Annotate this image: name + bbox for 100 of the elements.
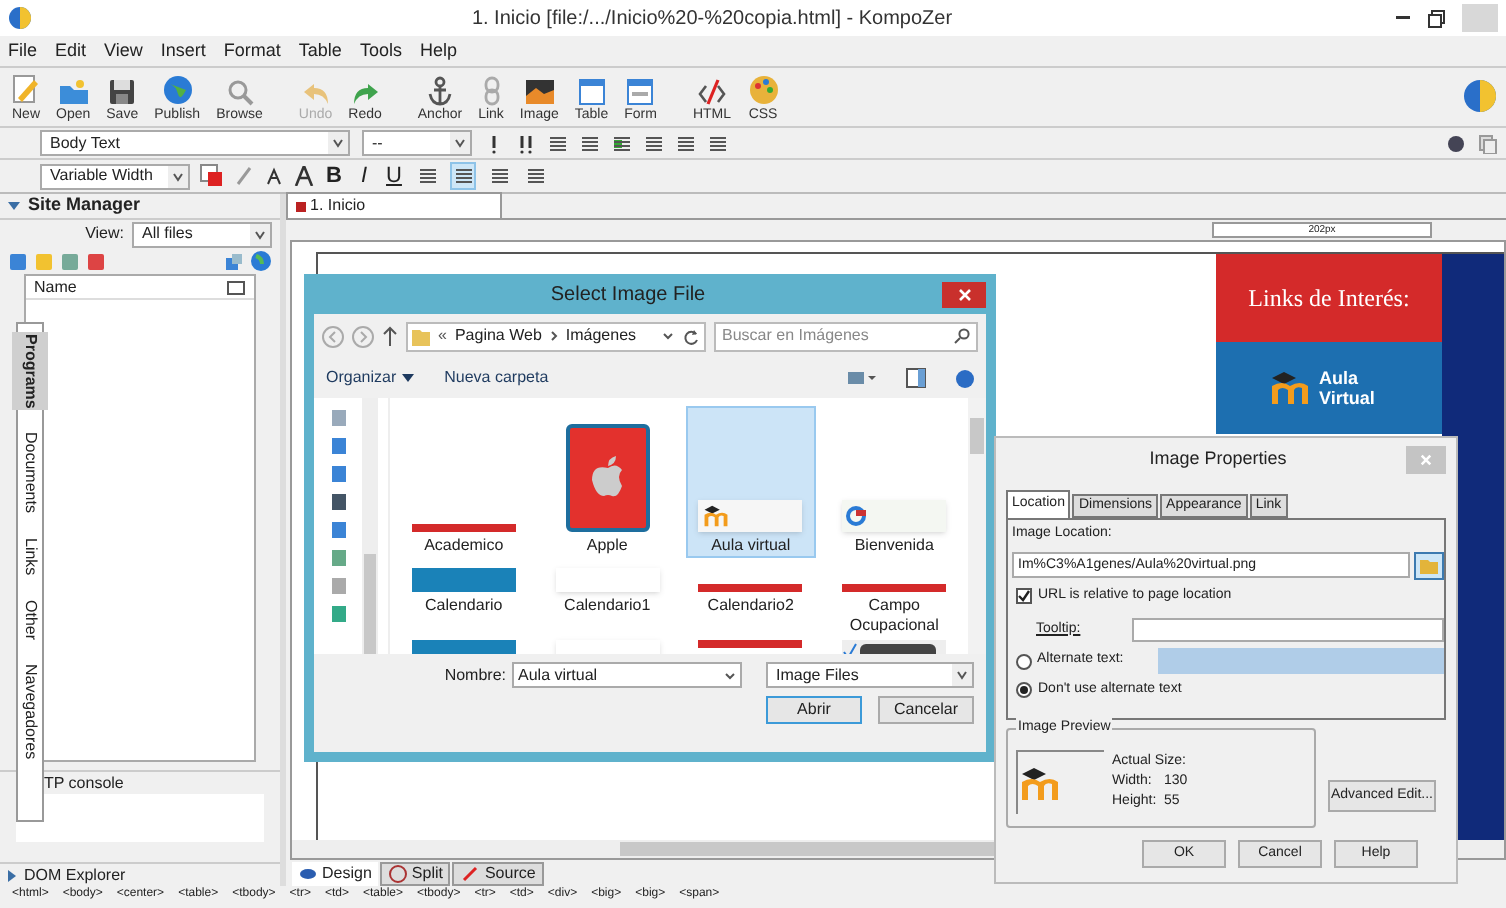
throbber-globe-icon xyxy=(1462,76,1498,116)
mortarboard-m-icon xyxy=(1018,765,1062,801)
code-icon xyxy=(460,863,481,883)
side-tab[interactable]: Navegadores xyxy=(12,661,48,761)
radio-button[interactable] xyxy=(1016,653,1032,669)
code-tag-icon xyxy=(698,78,726,106)
view-options-icon xyxy=(848,370,876,386)
close-icon xyxy=(1420,454,1432,466)
view-select[interactable]: All files xyxy=(132,221,272,247)
thumbnail-tile[interactable]: Calendario2 xyxy=(685,558,817,618)
side-tab[interactable]: Programs xyxy=(12,332,48,411)
alignment-icon xyxy=(453,166,473,186)
alternate-text-field[interactable] xyxy=(1157,648,1444,674)
default-action-button[interactable]: Abrir xyxy=(766,696,862,724)
eye-icon xyxy=(298,863,318,883)
pencil-icon xyxy=(12,74,40,106)
thumbnail-tile[interactable]: Calendario1 xyxy=(541,558,673,618)
menu-item[interactable]: View xyxy=(104,37,143,65)
checkmark-icon xyxy=(1018,589,1030,602)
field-label: Nombre: xyxy=(444,663,506,687)
redo-arrow-icon xyxy=(351,82,380,106)
menu-item[interactable]: Edit xyxy=(55,37,87,65)
banner-thumbnail xyxy=(698,640,803,648)
circular-logo-icon xyxy=(846,506,867,526)
view-tab[interactable]: Split xyxy=(379,861,451,885)
globe-icon xyxy=(161,74,194,106)
collapse-arrow-icon xyxy=(8,202,20,210)
thumbnail-tile[interactable]: Campo Ocupacional xyxy=(828,558,960,638)
highlight-pen-icon xyxy=(234,166,254,186)
banner-thumbnail xyxy=(411,568,516,592)
menu-item[interactable]: Table xyxy=(298,37,342,65)
vertical-scrollbar[interactable] xyxy=(362,398,378,654)
folder-icon xyxy=(412,326,430,346)
dialog-title: Image Properties xyxy=(1147,446,1289,473)
dialog-title: Select Image File xyxy=(548,281,708,309)
globe-icon xyxy=(250,250,272,272)
thumbnail-tile[interactable]: Aula virtual xyxy=(685,406,817,558)
thumbnail-tile[interactable]: Bienvenida xyxy=(828,406,960,558)
checkbox[interactable] xyxy=(1016,587,1032,604)
view-tab[interactable]: Source xyxy=(452,861,544,885)
thumbnail-tile[interactable]: Academico xyxy=(398,406,530,558)
folder-icon xyxy=(1419,557,1440,573)
undo-arrow-icon xyxy=(301,82,330,106)
mortarboard-m-icon xyxy=(702,504,731,528)
cancel-button[interactable]: Cancelar xyxy=(878,696,974,724)
side-tab[interactable]: Other xyxy=(12,597,48,642)
menu-item[interactable]: File xyxy=(8,37,38,65)
palette-icon xyxy=(747,74,780,106)
menu-item[interactable]: Format xyxy=(223,37,281,65)
font-width-select[interactable]: Variable Width xyxy=(40,163,190,189)
split-view-icon xyxy=(387,863,408,883)
choose-file-button[interactable] xyxy=(1414,551,1444,579)
menu-item[interactable]: Help xyxy=(419,37,457,65)
folder-icon xyxy=(57,78,90,106)
new-folder-button[interactable]: Nueva carpeta xyxy=(444,366,549,390)
banner-thumbnail xyxy=(698,584,803,592)
apple-logo-icon xyxy=(589,456,626,500)
app-logo-icon xyxy=(8,6,32,30)
text-color-icon xyxy=(200,164,224,188)
view-label: View: xyxy=(85,222,124,246)
preview-pane-icon xyxy=(906,368,926,388)
text-style-button[interactable]: B xyxy=(324,159,344,193)
banner-thumbnail xyxy=(555,568,660,592)
banner-thumbnail xyxy=(842,584,947,592)
radio-button[interactable] xyxy=(1016,682,1032,699)
paragraph-format-select[interactable]: Body Text xyxy=(40,130,350,156)
strong-emphasis-icon xyxy=(516,133,536,153)
windows-icon xyxy=(224,251,244,271)
window-title: 1. Inicio [file:/.../Inicio%20-%20copia.html] - KompoZer xyxy=(469,5,955,33)
text-style-button[interactable]: I xyxy=(354,159,374,193)
column-picker-icon xyxy=(226,277,246,297)
side-tab[interactable]: Documents xyxy=(12,430,48,516)
document-tab[interactable]: 1. Inicio xyxy=(286,192,502,218)
search-field[interactable]: Buscar en Imágenes xyxy=(714,321,978,351)
address-bar[interactable]: « Pagina Web Imágenes xyxy=(406,321,706,351)
panel-title: DOM Explorer xyxy=(24,863,126,887)
view-tab[interactable]: Design xyxy=(292,861,378,885)
text-style-button[interactable]: U xyxy=(384,159,404,193)
side-tab[interactable]: Links xyxy=(12,535,48,578)
column-header: Name xyxy=(34,275,77,299)
chain-link-icon xyxy=(483,76,499,106)
font-select[interactable]: -- xyxy=(362,130,472,156)
restore-icon xyxy=(1428,9,1446,27)
menu-item[interactable]: Insert xyxy=(160,37,206,65)
organize-menu-button[interactable]: Organizar xyxy=(326,366,415,390)
close-button[interactable] xyxy=(942,281,986,307)
thumbnail-tile[interactable]: Apple xyxy=(541,406,673,558)
expand-arrow-icon xyxy=(8,869,16,881)
file-type-select[interactable]: Image Files xyxy=(766,662,974,688)
chevron-icon xyxy=(549,330,558,342)
align-button[interactable] xyxy=(450,162,476,190)
status-circle-icon xyxy=(1446,133,1466,153)
alignment-icon xyxy=(489,166,509,186)
thumbnail-tile[interactable]: Calendario xyxy=(398,558,530,618)
menu-item[interactable]: Tools xyxy=(359,37,402,65)
tooltip-field[interactable] xyxy=(1132,618,1444,642)
alignment-icon xyxy=(525,166,545,186)
links-heading: Links de Interés: xyxy=(1248,282,1410,316)
caret-icon xyxy=(402,374,415,382)
file-name-field[interactable]: Aula virtual xyxy=(512,662,742,688)
